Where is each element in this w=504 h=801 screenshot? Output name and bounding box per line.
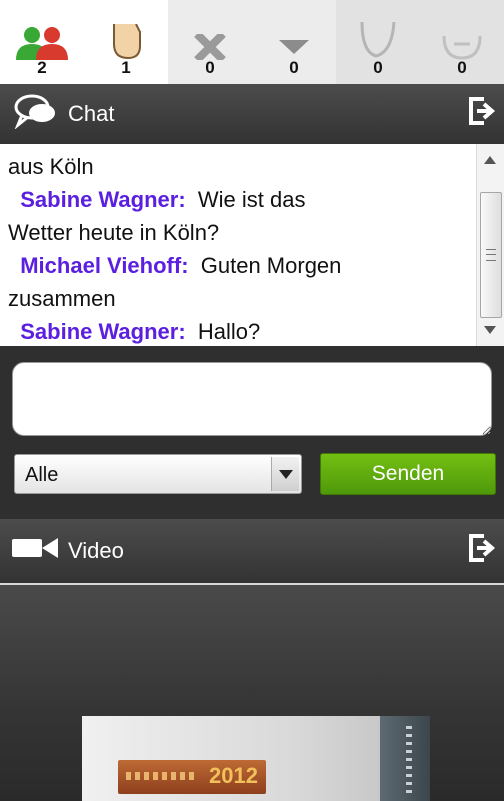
chat-icon xyxy=(12,93,60,135)
scroll-up-arrow[interactable] xyxy=(484,156,496,164)
video-sign-text: 2012 xyxy=(209,763,258,788)
chevron-down-icon[interactable] xyxy=(271,457,299,491)
tooth-icon xyxy=(336,0,420,60)
reaction-down[interactable]: 0 xyxy=(252,0,336,84)
reaction-hand[interactable]: 1 xyxy=(84,0,168,84)
reaction-no[interactable]: 0 xyxy=(168,0,252,84)
chat-line: aus Köln xyxy=(8,150,472,183)
users-icon xyxy=(0,0,84,60)
reaction-smiley[interactable]: 0 xyxy=(420,0,504,84)
chat-log[interactable]: aus Köln Sabine Wagner: Wie ist das Wett… xyxy=(0,144,504,346)
chat-line: Michael Viehoff: Guten Morgen xyxy=(8,249,472,282)
chat-line: zusammen xyxy=(8,282,472,315)
chat-scrollbar[interactable] xyxy=(476,144,504,346)
scroll-thumb[interactable] xyxy=(480,192,502,318)
chat-text-fragment: zusammen xyxy=(8,286,116,311)
reaction-count-tooth: 0 xyxy=(373,58,383,77)
send-button[interactable]: Senden xyxy=(320,453,496,495)
chat-message-text: Wie ist das xyxy=(197,187,306,212)
video-header: Video xyxy=(0,519,504,585)
reaction-users[interactable]: 2 xyxy=(0,0,84,84)
chat-line: Wetter heute in Köln? xyxy=(8,216,472,249)
chat-text-fragment: aus Köln xyxy=(8,154,94,179)
chat-line: Sabine Wagner: Wie ist das xyxy=(8,183,472,216)
grip-icon xyxy=(486,249,496,261)
reaction-bar: 2 1 0 0 0 0 xyxy=(0,0,504,84)
smiley-icon xyxy=(420,0,504,60)
reaction-count-down: 0 xyxy=(289,58,299,77)
video-title: Video xyxy=(68,538,124,563)
video-stream[interactable]: 2012 xyxy=(82,716,430,801)
chat-text-fragment: Wetter heute in Köln? xyxy=(8,220,220,245)
chat-header: Chat xyxy=(0,84,504,144)
chat-sender: Sabine Wagner: xyxy=(20,187,186,212)
recipient-value: Alle xyxy=(25,464,59,486)
reaction-count-smiley: 0 xyxy=(457,58,467,77)
chat-sender: Michael Viehoff: xyxy=(20,253,189,278)
chat-exit-icon[interactable] xyxy=(468,96,496,132)
chat-message-text: Guten Morgen xyxy=(200,253,342,278)
sign-pattern xyxy=(126,772,196,780)
video-panel: 2012 xyxy=(0,585,504,801)
reaction-count-no: 0 xyxy=(205,58,215,77)
chat-composer: Alle Senden xyxy=(0,346,504,519)
reaction-tooth[interactable]: 0 xyxy=(336,0,420,84)
video-window-frame xyxy=(380,716,430,801)
video-sign: 2012 xyxy=(118,760,266,794)
reaction-count-users: 2 xyxy=(37,58,47,77)
down-icon xyxy=(252,0,336,60)
chat-line: Sabine Wagner: Hallo? xyxy=(8,315,472,346)
hand-icon xyxy=(84,0,168,60)
message-input[interactable] xyxy=(12,362,492,436)
no-icon xyxy=(168,0,252,60)
chat-sender: Sabine Wagner: xyxy=(20,319,186,344)
chat-messages: aus Köln Sabine Wagner: Wie ist das Wett… xyxy=(8,150,472,346)
video-camera-icon xyxy=(12,536,60,566)
scroll-down-arrow[interactable] xyxy=(484,326,496,334)
reaction-count-hand: 1 xyxy=(121,58,131,77)
recipient-select[interactable]: Alle xyxy=(14,454,302,494)
chat-message-text: Hallo? xyxy=(197,319,261,344)
video-exit-icon[interactable] xyxy=(468,533,496,569)
chat-title: Chat xyxy=(68,101,115,126)
